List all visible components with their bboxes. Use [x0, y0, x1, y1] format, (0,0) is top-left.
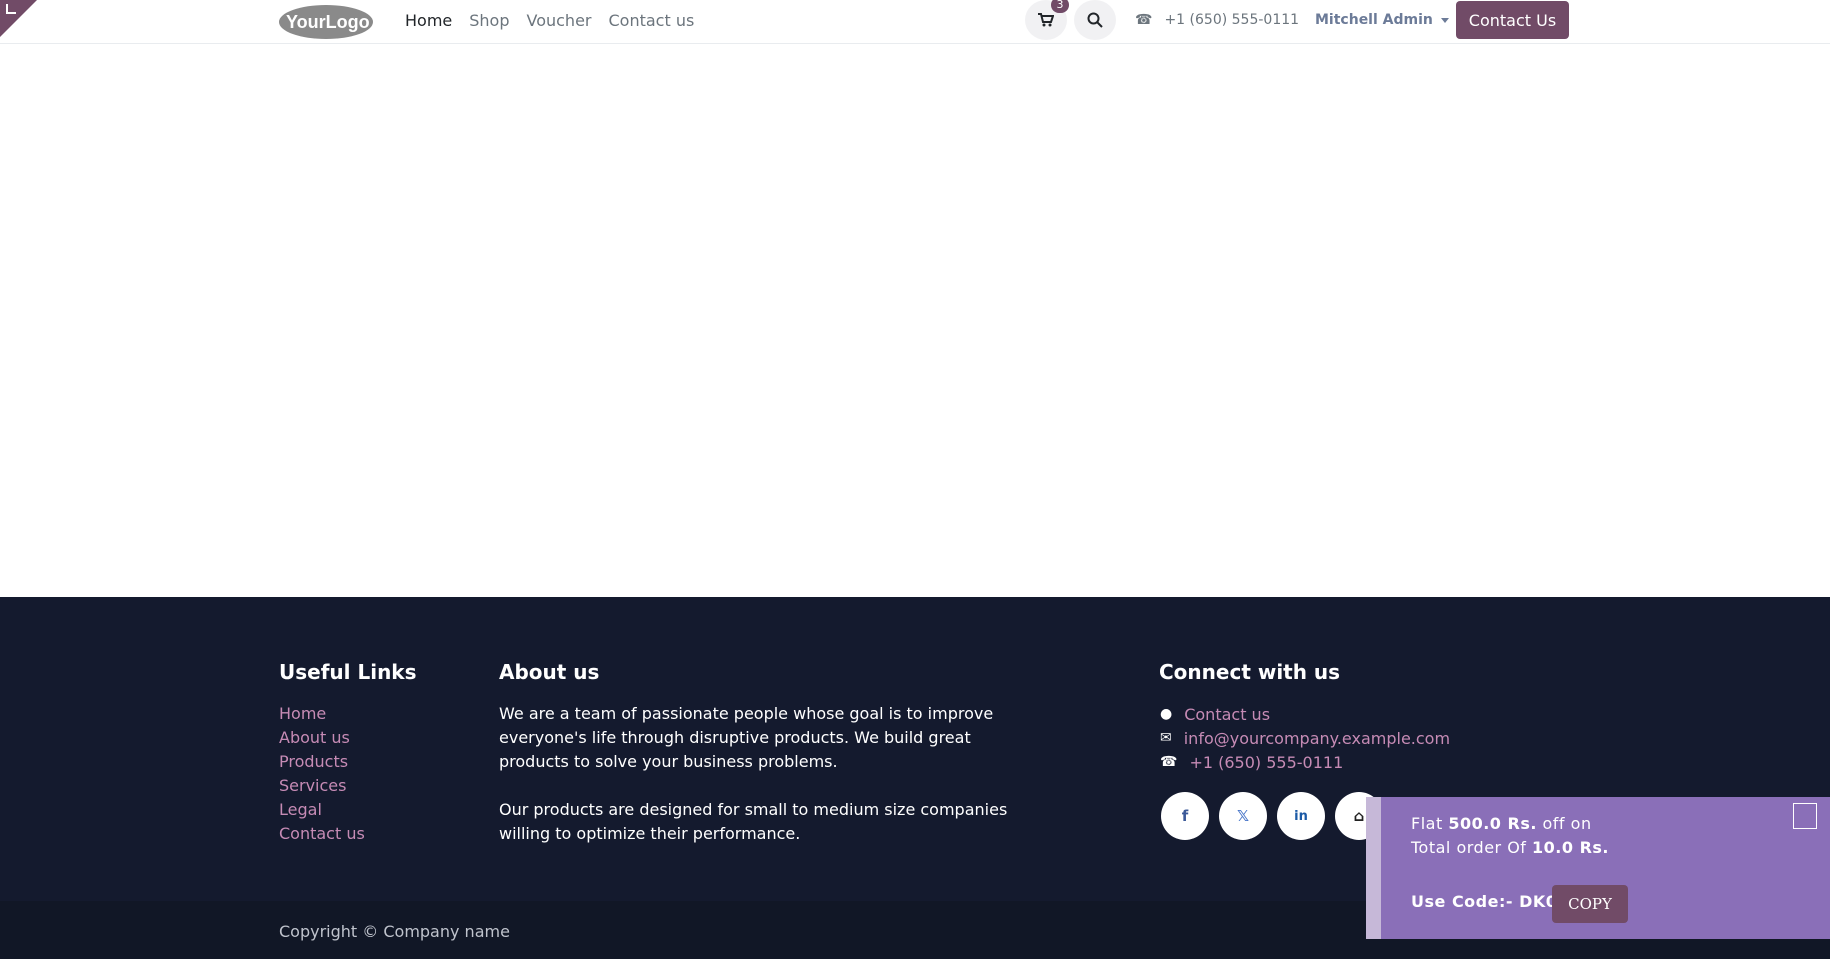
- site-logo[interactable]: YourLogo: [278, 3, 374, 40]
- useful-links-title: Useful Links: [279, 660, 417, 684]
- facebook-icon[interactable]: f: [1161, 792, 1209, 840]
- logo-text: YourLogo: [286, 12, 370, 32]
- about-us-text: We are a team of passionate people whose…: [499, 702, 1019, 870]
- search-button[interactable]: [1074, 0, 1116, 40]
- connect-title: Connect with us: [1159, 660, 1341, 684]
- x-icon[interactable]: 𝕏: [1219, 792, 1267, 840]
- about-paragraph-1: We are a team of passionate people whose…: [499, 704, 994, 771]
- copy-code-button[interactable]: COPY: [1552, 885, 1628, 923]
- header-phone[interactable]: ☎ +1 (650) 555-0111: [1135, 12, 1299, 28]
- linkedin-icon[interactable]: in: [1277, 792, 1325, 840]
- nav-home[interactable]: Home: [405, 11, 452, 30]
- cart-icon: [1038, 13, 1054, 27]
- voucher-min-order: 10.0 Rs.: [1532, 838, 1609, 857]
- about-paragraph-2: Our products are designed for small to m…: [499, 800, 1008, 843]
- connect-email-link[interactable]: info@yourcompany.example.com: [1184, 729, 1450, 748]
- editor-corner-icon: [6, 4, 16, 14]
- chat-icon: ●: [1160, 706, 1173, 722]
- connect-contact-link[interactable]: Contact us: [1184, 705, 1270, 724]
- copyright-text: Copyright © Company name: [279, 922, 510, 941]
- voucher-line-1-prefix: Flat: [1411, 814, 1449, 833]
- connect-contact-item: ● Contact us: [1160, 702, 1450, 726]
- main-nav: Home Shop Voucher Contact us: [405, 0, 711, 41]
- footer-link-home[interactable]: Home: [279, 702, 365, 726]
- connect-phone-item: ☎ +1 (650) 555-0111: [1160, 750, 1450, 774]
- user-menu[interactable]: Mitchell Admin: [1315, 12, 1449, 28]
- footer-link-legal[interactable]: Legal: [279, 798, 365, 822]
- voucher-line-2: Total order Of 10.0 Rs.: [1411, 838, 1609, 857]
- footer-link-services[interactable]: Services: [279, 774, 365, 798]
- connect-list: ● Contact us ✉ info@yourcompany.example.…: [1160, 702, 1450, 774]
- nav-voucher[interactable]: Voucher: [527, 11, 592, 30]
- useful-links-list: Home About us Products Services Legal Co…: [279, 702, 365, 846]
- phone-icon: ☎: [1135, 12, 1153, 28]
- search-icon: [1087, 12, 1103, 28]
- user-name: Mitchell Admin: [1315, 12, 1433, 28]
- voucher-line-1-suffix: off on: [1536, 814, 1592, 833]
- voucher-line-2-prefix: Total order Of: [1411, 838, 1533, 857]
- connect-phone-link[interactable]: +1 (650) 555-0111: [1189, 753, 1343, 772]
- contact-us-button[interactable]: Contact Us: [1456, 1, 1569, 39]
- close-icon[interactable]: [1793, 803, 1817, 829]
- chevron-down-icon: [1440, 17, 1449, 23]
- header-phone-number: +1 (650) 555-0111: [1164, 12, 1300, 28]
- about-us-title: About us: [499, 660, 600, 684]
- nav-shop[interactable]: Shop: [469, 11, 509, 30]
- site-header: YourLogo Home Shop Voucher Contact us 3 …: [0, 0, 1830, 44]
- cart-count-badge: 3: [1051, 0, 1069, 13]
- nav-contact-us[interactable]: Contact us: [609, 11, 695, 30]
- footer-link-products[interactable]: Products: [279, 750, 365, 774]
- voucher-line-1: Flat 500.0 Rs. off on: [1411, 814, 1592, 833]
- footer-link-contact-us[interactable]: Contact us: [279, 822, 365, 846]
- phone-icon: ☎: [1160, 754, 1178, 770]
- voucher-discount-amount: 500.0 Rs.: [1448, 814, 1537, 833]
- social-links: f 𝕏 in ⌂: [1161, 792, 1383, 840]
- envelope-icon: ✉: [1160, 730, 1172, 746]
- footer-link-about-us[interactable]: About us: [279, 726, 365, 750]
- connect-email-item: ✉ info@yourcompany.example.com: [1160, 726, 1450, 750]
